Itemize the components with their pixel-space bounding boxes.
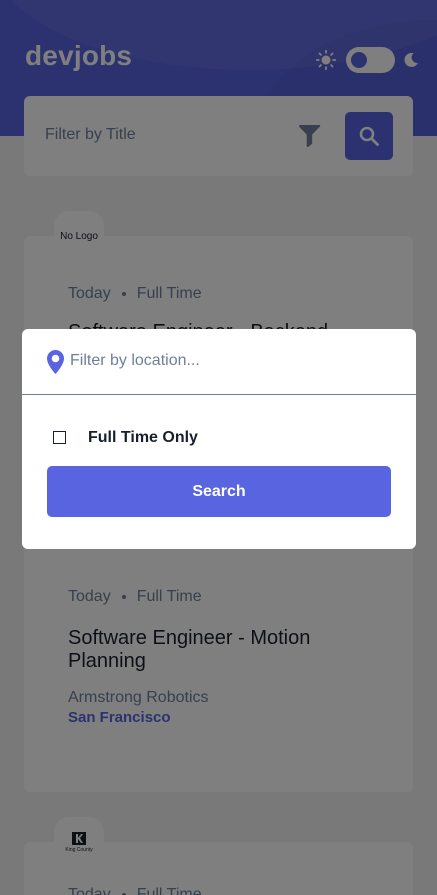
location-input[interactable] bbox=[70, 349, 390, 373]
location-pin-icon bbox=[47, 350, 64, 374]
full-time-checkbox[interactable] bbox=[53, 431, 66, 444]
location-filter-row bbox=[22, 329, 416, 395]
full-time-label[interactable]: Full Time Only bbox=[88, 429, 198, 447]
filter-modal: Full Time Only Search bbox=[22, 329, 416, 549]
search-button[interactable]: Search bbox=[47, 466, 391, 517]
